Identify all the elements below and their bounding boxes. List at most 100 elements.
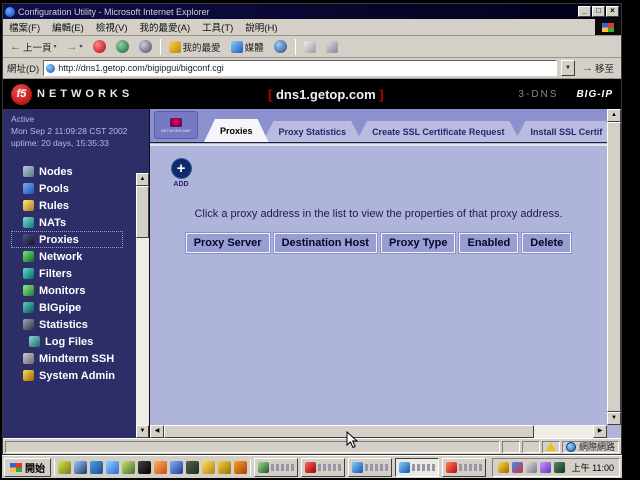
- tab-install-ssl-certificate[interactable]: Install SSL Certif: [514, 121, 618, 142]
- scroll-right-button[interactable]: ▶: [593, 425, 607, 438]
- column-header-proxy-server[interactable]: Proxy Server: [186, 233, 270, 253]
- sidebar: Active Mon Sep 2 11:09:28 CST 2002 uptim…: [3, 109, 149, 438]
- url-text: http://dns1.getop.com/bigipgui/bigconf.c…: [58, 63, 554, 73]
- quicklaunch-icon[interactable]: [218, 461, 231, 474]
- scroll-left-button[interactable]: ◀: [150, 425, 164, 438]
- sidebar-item-network[interactable]: Network: [11, 248, 149, 265]
- quicklaunch-icon[interactable]: [74, 461, 87, 474]
- task-icon: [305, 462, 316, 473]
- sidebar-item-nodes[interactable]: Nodes: [11, 163, 149, 180]
- scroll-down-button[interactable]: ▼: [607, 412, 621, 425]
- menu-help[interactable]: 說明(H): [239, 18, 283, 36]
- sidebar-item-bigpipe[interactable]: BIGpipe: [11, 299, 149, 316]
- scroll-up-button[interactable]: ▲: [607, 109, 621, 122]
- sidebar-item-mindterm-ssh[interactable]: Mindterm SSH: [11, 350, 149, 367]
- sidebar-scrollbar[interactable]: ▲ ▼: [136, 173, 149, 438]
- tray-icon[interactable]: [540, 462, 551, 473]
- pools-icon: [23, 183, 34, 194]
- quicklaunch-icon[interactable]: [170, 461, 183, 474]
- quicklaunch-icon[interactable]: [186, 461, 199, 474]
- sidebar-item-label: Nodes: [39, 166, 73, 178]
- status-bar: 網際網路: [3, 438, 621, 454]
- mail-icon: [304, 41, 316, 53]
- column-header-proxy-type[interactable]: Proxy Type: [381, 233, 456, 253]
- back-button[interactable]: ← 上一頁 ▾: [6, 37, 61, 56]
- tab-proxies[interactable]: Proxies: [204, 119, 269, 142]
- content-horizontal-scrollbar[interactable]: ◀ ▶: [150, 425, 607, 438]
- content-vertical-scrollbar[interactable]: ▲ ▼: [607, 109, 621, 425]
- sidebar-item-rules[interactable]: Rules: [11, 197, 149, 214]
- menu-tools[interactable]: 工具(T): [196, 18, 239, 36]
- quicklaunch-icon[interactable]: [58, 461, 71, 474]
- refresh-button[interactable]: [112, 37, 133, 56]
- tab-proxy-statistics[interactable]: Proxy Statistics: [263, 121, 363, 142]
- sidebar-item-log-files[interactable]: Log Files: [11, 333, 149, 350]
- sidebar-item-nats[interactable]: NATs: [11, 214, 149, 231]
- column-header-destination-host[interactable]: Destination Host: [274, 233, 377, 253]
- tray-icon[interactable]: [526, 462, 537, 473]
- column-header-delete[interactable]: Delete: [522, 233, 571, 253]
- windows-flag-icon: [602, 23, 614, 32]
- scroll-down-button[interactable]: ▼: [136, 425, 149, 438]
- forward-dropdown-icon[interactable]: ▾: [80, 43, 83, 50]
- media-button[interactable]: 媒體: [227, 37, 268, 56]
- task-button[interactable]: [301, 458, 345, 477]
- mail-button[interactable]: [300, 37, 320, 56]
- scroll-up-button[interactable]: ▲: [136, 173, 149, 186]
- quicklaunch-icon[interactable]: [202, 461, 215, 474]
- tray-icon[interactable]: [512, 462, 523, 473]
- sidebar-item-system-admin[interactable]: System Admin: [11, 367, 149, 384]
- go-button[interactable]: → 移至: [579, 61, 617, 75]
- favorites-button[interactable]: 我的最愛: [165, 37, 225, 56]
- home-icon: [139, 40, 152, 53]
- sidebar-item-label: Rules: [39, 200, 69, 212]
- stop-button[interactable]: [89, 37, 110, 56]
- add-plus-icon[interactable]: +: [171, 158, 192, 179]
- sidebar-item-monitors[interactable]: Monitors: [11, 282, 149, 299]
- address-dropdown-button[interactable]: ▼: [561, 60, 575, 76]
- sidebar-item-statistics[interactable]: Statistics: [11, 316, 149, 333]
- link-bigip[interactable]: BIG-IP: [576, 89, 613, 100]
- task-button[interactable]: [254, 458, 298, 477]
- quicklaunch-icon[interactable]: [122, 461, 135, 474]
- quicklaunch-icon[interactable]: [138, 461, 151, 474]
- task-icon: [446, 462, 457, 473]
- menu-favorites[interactable]: 我的最愛(A): [133, 18, 196, 36]
- column-header-enabled[interactable]: Enabled: [459, 233, 518, 253]
- quicklaunch-icon[interactable]: [106, 461, 119, 474]
- network-map-button[interactable]: NETWORK MAP: [154, 111, 198, 139]
- tab-create-ssl-certificate-request[interactable]: Create SSL Certificate Request: [356, 121, 520, 142]
- history-button[interactable]: [270, 37, 291, 56]
- address-bar: 網址(D) http://dns1.getop.com/bigipgui/big…: [3, 58, 621, 79]
- sidebar-item-pools[interactable]: Pools: [11, 180, 149, 197]
- minimize-button[interactable]: _: [578, 6, 591, 17]
- print-button[interactable]: [322, 37, 342, 56]
- task-button-active[interactable]: [395, 458, 439, 477]
- menu-edit[interactable]: 編輯(E): [46, 18, 90, 36]
- quicklaunch-icon[interactable]: [154, 461, 167, 474]
- link-3dns[interactable]: 3-DNS: [518, 89, 558, 100]
- tray-icon[interactable]: [498, 462, 509, 473]
- maximize-button[interactable]: □: [592, 6, 605, 17]
- quicklaunch-icon[interactable]: [90, 461, 103, 474]
- forward-button[interactable]: → ▾: [63, 37, 87, 56]
- close-button[interactable]: ×: [606, 6, 619, 17]
- task-button[interactable]: [348, 458, 392, 477]
- menu-view[interactable]: 檢視(V): [90, 18, 134, 36]
- home-button[interactable]: [135, 37, 156, 56]
- scrollbar-thumb[interactable]: [607, 122, 621, 412]
- task-button[interactable]: [442, 458, 486, 477]
- menu-file[interactable]: 檔案(F): [3, 18, 46, 36]
- hostname-text: dns1.getop.com: [276, 87, 376, 102]
- quicklaunch-icon[interactable]: [234, 461, 247, 474]
- address-input[interactable]: http://dns1.getop.com/bigipgui/bigconf.c…: [43, 60, 557, 76]
- sidebar-item-proxies[interactable]: Proxies: [11, 231, 123, 248]
- start-button[interactable]: 開始: [4, 458, 51, 477]
- tray-icon[interactable]: [554, 462, 565, 473]
- sidebar-item-filters[interactable]: Filters: [11, 265, 149, 282]
- add-proxy-button[interactable]: + ADD: [168, 158, 194, 188]
- scrollbar-thumb[interactable]: [164, 425, 534, 438]
- task-icon: [399, 462, 410, 473]
- scrollbar-thumb[interactable]: [136, 186, 149, 238]
- back-dropdown-icon[interactable]: ▾: [54, 43, 57, 50]
